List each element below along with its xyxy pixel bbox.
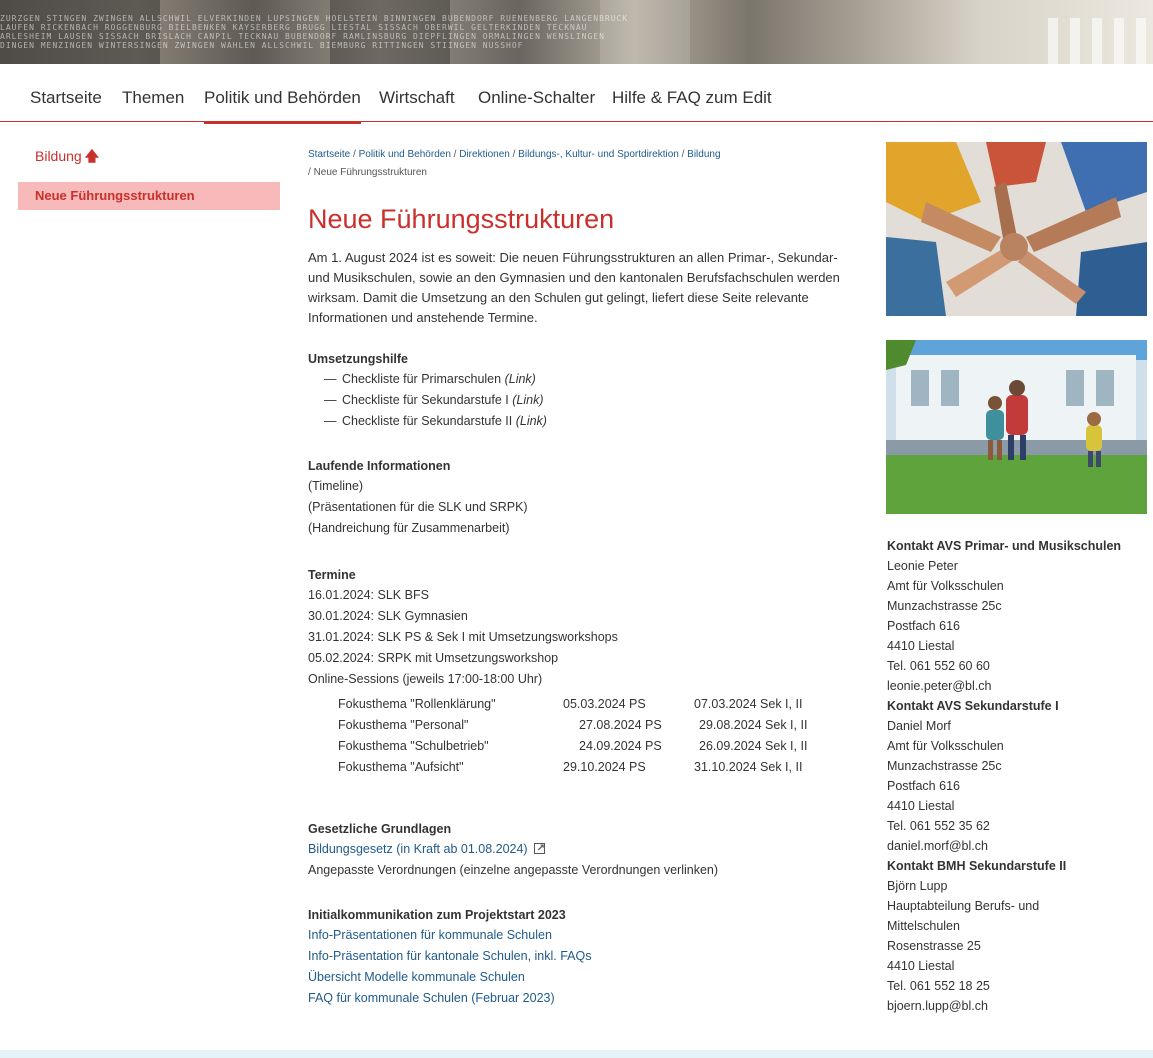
contact-phone[interactable]: Tel. 061 552 35 62 <box>887 816 1149 836</box>
contact-heading: Kontakt BMH Sekundarstufe II <box>887 859 1067 873</box>
info-link[interactable]: Info-Präsentation für kantonale Schulen,… <box>308 946 592 967</box>
section-termine: Termine 16.01.2024: SLK BFS 30.01.2024: … <box>308 568 618 690</box>
intro-text: Am 1. August 2024 ist es soweit: Die neu… <box>308 250 840 325</box>
contact-city: 4410 Liestal <box>887 639 955 653</box>
contact-postfach: Postfach 616 <box>887 619 960 633</box>
breadcrumb: Startseite / Politik und Behörden / Dire… <box>308 149 721 178</box>
contact-phone[interactable]: Tel. 061 552 18 25 <box>887 976 1149 996</box>
list-item: 16.01.2024: SLK BFS <box>308 588 429 602</box>
contact-email[interactable]: leonie.peter@bl.ch <box>887 676 1149 696</box>
list-item[interactable]: — Checkliste für Sekundarstufe I (Link) <box>308 390 547 411</box>
contact-office: Hauptabteilung Berufs- und <box>887 899 1040 913</box>
photo-children-jumping <box>886 340 1147 514</box>
section-heading: Initialkommunikation zum Projektstart 20… <box>308 908 566 922</box>
breadcrumb-current: Neue Führungsstrukturen <box>313 167 427 178</box>
banner-village-names: ZURZGEN STINGEN ZWINGEN ALLSCHWIL ELVERK… <box>0 14 629 50</box>
nav-item-online-schalter[interactable]: Online-Schalter <box>478 88 595 108</box>
contact-street: Rosenstrasse 25 <box>887 939 981 953</box>
breadcrumb-link[interactable]: Direktionen <box>459 149 510 160</box>
section-gesetzliche-grundlagen: Gesetzliche Grundlagen Bildungsgesetz (i… <box>308 822 718 881</box>
nav-item-politik-und-behoerden[interactable]: Politik und Behörden <box>204 88 361 124</box>
breadcrumb-link[interactable]: Politik und Behörden <box>359 149 451 160</box>
info-link[interactable]: Info-Präsentationen für kommunale Schule… <box>308 925 592 946</box>
contact-street: Munzachstrasse 25c <box>887 759 1002 773</box>
contact-name: Björn Lupp <box>887 879 948 893</box>
list-item[interactable]: — Checkliste für Primarschulen (Link) <box>308 369 547 390</box>
nav-item-wirtschaft[interactable]: Wirtschaft <box>379 88 455 108</box>
verordnungen-text: Angepasste Verordnungen (einzelne angepa… <box>308 863 719 877</box>
sidebar-item-current[interactable]: Neue Führungsstrukturen <box>18 182 280 210</box>
bildungsgesetz-link[interactable]: Bildungsgesetz (in Kraft ab 01.08.2024) <box>308 838 718 860</box>
list-item[interactable]: — Checkliste für Sekundarstufe II (Link) <box>308 411 547 432</box>
contact-name: Leonie Peter <box>887 559 958 573</box>
header-banner: ZURZGEN STINGEN ZWINGEN ALLSCHWIL ELVERK… <box>0 0 1153 64</box>
nav-item-hilfe-faq[interactable]: Hilfe & FAQ zum Edit <box>612 88 772 108</box>
info-link[interactable]: Übersicht Modelle kommunale Schulen <box>308 967 592 988</box>
contact-name: Daniel Morf <box>887 719 951 733</box>
list-item: (Timeline) <box>308 479 364 493</box>
page-title: Neue Führungsstrukturen <box>308 204 615 234</box>
sidebar-back-link[interactable]: Bildung 🡅 <box>35 146 99 170</box>
footer-strip <box>0 1050 1153 1058</box>
breadcrumb-link[interactable]: Startseite <box>308 149 350 160</box>
nav-item-startseite[interactable]: Startseite <box>30 88 102 108</box>
sidebar-item-label: Neue Führungsstrukturen <box>35 188 195 203</box>
main-content: Startseite / Politik und Behörden / Dire… <box>308 146 858 1005</box>
contact-city: 4410 Liestal <box>887 799 955 813</box>
contact-office: Amt für Volksschulen <box>887 739 1004 753</box>
contact-street: Munzachstrasse 25c <box>887 599 1002 613</box>
photo-hands-together <box>886 142 1147 316</box>
external-link-icon <box>533 838 545 859</box>
contact-office: Amt für Volksschulen <box>887 579 1004 593</box>
contact-city: 4410 Liestal <box>887 959 955 973</box>
list-item: (Präsentationen für die SLK und SRPK) <box>308 500 528 514</box>
section-heading: Gesetzliche Grundlagen <box>308 822 452 836</box>
section-initialkommunikation: Initialkommunikation zum Projektstart 20… <box>308 908 592 1009</box>
section-heading: Laufende Informationen <box>308 459 451 473</box>
breadcrumb-link[interactable]: Bildung <box>687 149 720 160</box>
list-item: 05.02.2024: SRPK mit Umsetzungsworkshop <box>308 651 559 665</box>
list-item: 31.01.2024: SLK PS & Sek I mit Umsetzung… <box>308 630 618 644</box>
arrow-up-icon: 🡅 <box>84 148 100 164</box>
main-navigation: Startseite Themen Politik und Behörden W… <box>0 64 1153 124</box>
section-heading: Termine <box>308 568 356 582</box>
section-umsetzungshilfe: Umsetzungshilfe — Checkliste für Primarsc… <box>308 352 547 432</box>
list-item: (Handreichung für Zusammenarbeit) <box>308 521 510 535</box>
contact-phone[interactable]: Tel. 061 552 60 60 <box>887 656 1149 676</box>
contact-postfach: Postfach 616 <box>887 779 960 793</box>
contact-office-cont: Mittelschulen <box>887 919 960 933</box>
nav-item-themen[interactable]: Themen <box>122 88 184 108</box>
contact-block-primar: Kontakt AVS Primar- und Musikschulen Leo… <box>887 536 1149 1016</box>
contact-heading: Kontakt AVS Primar- und Musikschulen <box>887 539 1122 553</box>
contact-heading: Kontakt AVS Sekundarstufe I <box>887 699 1059 713</box>
sidebar-back-label: Bildung <box>35 148 82 164</box>
contact-email[interactable]: daniel.morf@bl.ch <box>887 836 1149 856</box>
contact-email[interactable]: bjoern.lupp@bl.ch <box>887 996 1149 1016</box>
list-item: 30.01.2024: SLK Gymnasien <box>308 609 468 623</box>
list-item: Online-Sessions (jeweils 17:00-18:00 Uhr… <box>308 672 543 686</box>
breadcrumb-link[interactable]: Bildungs-, Kultur- und Sportdirektion <box>518 149 679 160</box>
info-link[interactable]: FAQ für kommunale Schulen (Februar 2023) <box>308 988 592 1009</box>
section-laufende-informationen: Laufende Informationen (Timeline) (Präse… <box>308 459 528 539</box>
section-heading: Umsetzungshilfe <box>308 352 409 366</box>
